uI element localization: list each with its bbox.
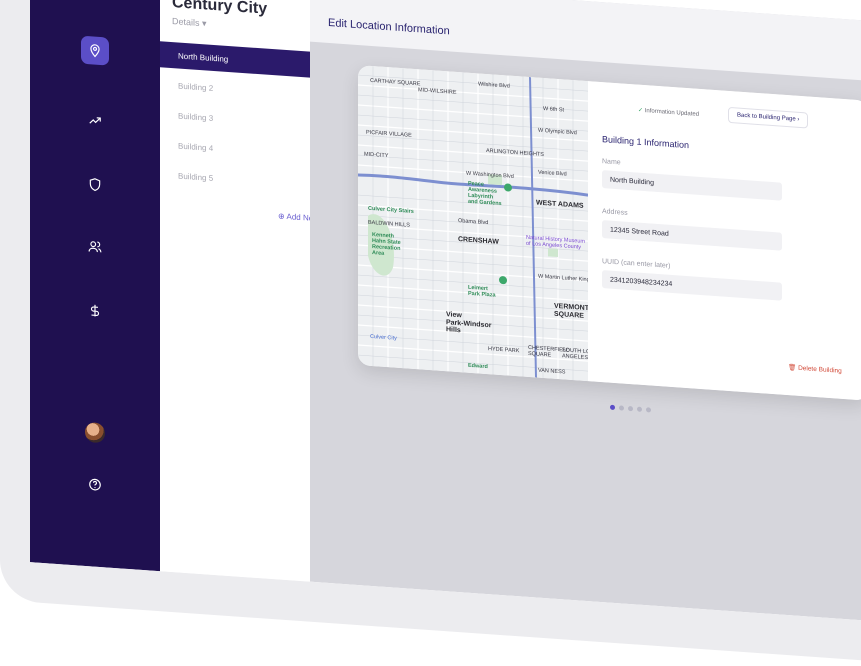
map-label-leimert: Leimert Park Plaza: [468, 284, 496, 299]
pagination-dot[interactable]: [628, 405, 633, 412]
nav-analytics[interactable]: [30, 98, 160, 143]
form-heading: Building 1 Information: [602, 134, 690, 151]
main-content: Edit Location Information CARTHAY SQUARE…: [310, 0, 861, 626]
location-pin-icon: [90, 44, 100, 58]
trending-up-icon: [89, 117, 101, 124]
map-label-peace-gardens: Peace Awareness Labyrinth and Gardens: [468, 180, 502, 208]
icon-rail: [30, 0, 160, 572]
pagination-dot[interactable]: [610, 404, 615, 411]
site-details-label: Details: [172, 16, 200, 28]
location-form: ✓ Information Updated Back to Building P…: [588, 81, 861, 401]
map-label-edward: Edward: [468, 362, 488, 371]
pagination-dot[interactable]: [646, 407, 651, 413]
building-item-5[interactable]: Building 5: [160, 161, 310, 197]
pagination-dots: [610, 404, 651, 413]
app-screen: Century City Details ▾ North Building Bu…: [30, 0, 861, 626]
status-label: Information Updated: [644, 108, 700, 118]
uuid-label: UUID (can enter later): [602, 258, 671, 270]
name-field[interactable]: North Building: [602, 170, 782, 201]
nav-help[interactable]: [30, 462, 160, 507]
delete-label: Delete Building: [798, 364, 842, 375]
device-frame: Century City Details ▾ North Building Bu…: [0, 0, 861, 666]
back-button-label: Back to Building Page: [737, 112, 796, 123]
dollar-icon: [90, 304, 100, 317]
chevron-down-icon: ▾: [202, 18, 207, 29]
nav-locations[interactable]: [30, 28, 160, 73]
check-icon: ✓: [638, 107, 645, 115]
uuid-field[interactable]: 2341203948234234: [602, 270, 782, 301]
trash-icon: 🗑: [788, 364, 799, 372]
nav-billing[interactable]: [30, 288, 160, 333]
site-title: Century City: [172, 0, 268, 18]
delete-building-button[interactable]: 🗑 Delete Building: [788, 363, 842, 375]
users-icon: [88, 241, 102, 253]
back-to-building-button[interactable]: Back to Building Page ›: [728, 106, 809, 129]
map-label-south-la: SOUTH LO ANGELES: [562, 347, 588, 362]
nav-security[interactable]: [30, 162, 160, 207]
name-label: Name: [602, 158, 621, 167]
avatar[interactable]: [85, 421, 105, 444]
address-label: Address: [602, 208, 628, 217]
building-list-panel: Century City Details ▾ North Building Bu…: [160, 0, 319, 582]
nav-users[interactable]: [30, 224, 160, 269]
pagination-dot[interactable]: [619, 405, 624, 411]
map-label-kenneth-hahn: Kenneth Hahn State Recreation Area: [372, 232, 401, 258]
location-card: CARTHAY SQUARE MID-WILSHIRE Wilshire Blv…: [358, 65, 861, 401]
shield-icon: [89, 178, 101, 192]
map-label-view-park: View Park-Windsor Hills: [446, 311, 492, 335]
chevron-right-icon: ›: [795, 116, 800, 123]
help-icon: [89, 478, 101, 491]
map-view[interactable]: CARTHAY SQUARE MID-WILSHIRE Wilshire Blv…: [358, 65, 588, 382]
map-label-vermont: VERMONT SQUARE: [554, 302, 588, 320]
status-updated: ✓ Information Updated: [638, 107, 699, 118]
page-title: Edit Location Information: [328, 16, 450, 38]
pagination-dot[interactable]: [637, 406, 642, 412]
address-field[interactable]: 12345 Street Road: [602, 220, 782, 251]
site-details-dropdown[interactable]: Details ▾: [172, 16, 207, 29]
